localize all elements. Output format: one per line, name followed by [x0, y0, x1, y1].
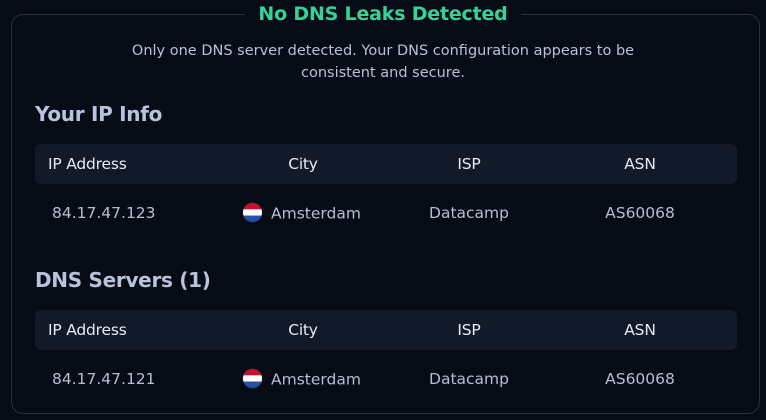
ip-address-value: 84.17.47.123	[52, 204, 156, 222]
isp-value: Datacamp	[429, 204, 509, 222]
city-name: Amsterdam	[271, 204, 361, 223]
dns-servers-heading: DNS Servers (1)	[35, 268, 211, 292]
column-header-city: City	[288, 321, 318, 339]
column-header-city: City	[288, 155, 318, 173]
column-header-asn: ASN	[624, 155, 656, 173]
netherlands-flag-icon	[243, 203, 262, 222]
city-value: Amsterdam	[243, 350, 361, 408]
ip-info-table-header: IP Address City ISP ASN	[35, 144, 737, 184]
city-name: Amsterdam	[271, 370, 361, 389]
table-row: 84.17.47.121 Amsterdam Datacamp AS60068	[35, 350, 737, 408]
city-value: Amsterdam	[243, 184, 361, 242]
status-summary-line-1: Only one DNS server detected. Your DNS c…	[131, 43, 635, 59]
ip-address-value: 84.17.47.121	[52, 370, 156, 388]
column-header-isp: ISP	[457, 321, 481, 339]
column-header-isp: ISP	[457, 155, 481, 173]
table-row: 84.17.47.123 Amsterdam Datacamp AS60068	[35, 184, 737, 242]
dns-servers-table-header: IP Address City ISP ASN	[35, 310, 737, 350]
ip-info-table: IP Address City ISP ASN 84.17.47.123 Ams…	[35, 144, 737, 242]
status-summary: Only one DNS server detected. Your DNS c…	[0, 40, 766, 84]
isp-value: Datacamp	[429, 370, 509, 388]
column-header-ip-address: IP Address	[48, 155, 127, 173]
netherlands-flag-icon	[243, 369, 262, 388]
asn-value: AS60068	[605, 370, 675, 388]
ip-info-heading: Your IP Info	[35, 102, 163, 126]
column-header-ip-address: IP Address	[48, 321, 127, 339]
asn-value: AS60068	[605, 204, 675, 222]
status-summary-line-2: consistent and secure.	[301, 65, 465, 81]
dns-servers-table: IP Address City ISP ASN 84.17.47.121 Ams…	[35, 310, 737, 408]
column-header-asn: ASN	[624, 321, 656, 339]
